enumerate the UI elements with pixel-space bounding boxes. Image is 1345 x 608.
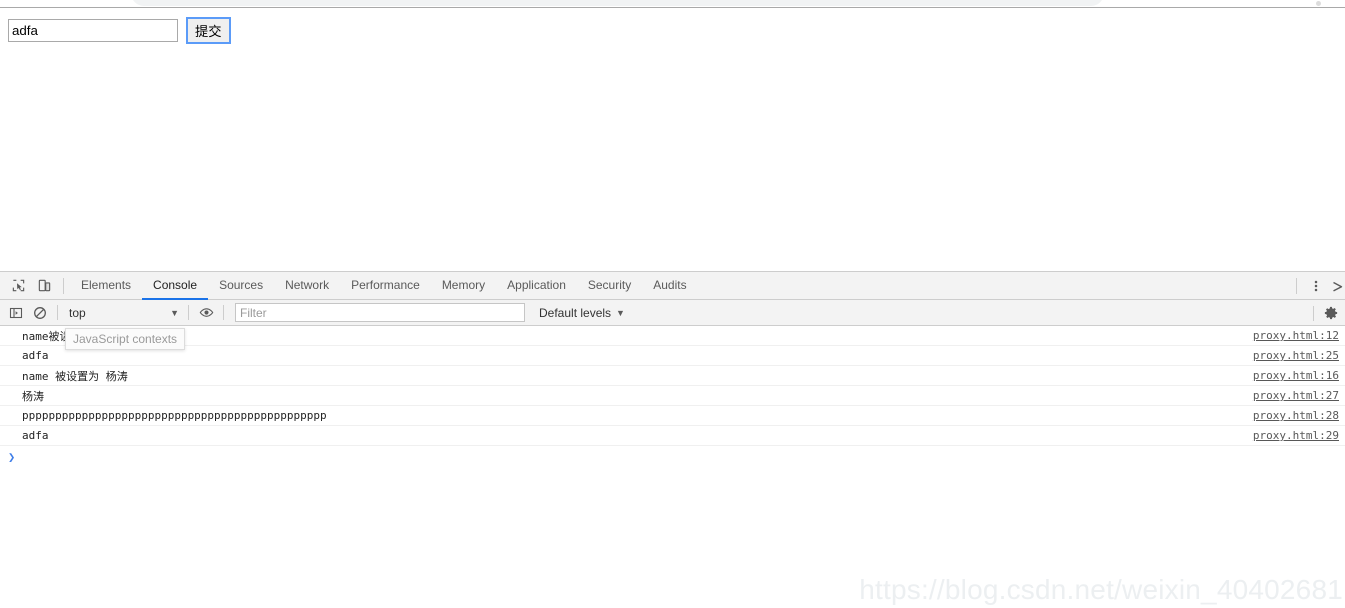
tab-memory[interactable]: Memory bbox=[431, 272, 496, 300]
filterbar-right bbox=[1308, 300, 1343, 326]
close-icon[interactable] bbox=[1329, 273, 1345, 299]
device-toolbar-icon[interactable] bbox=[31, 273, 57, 299]
execution-context-value: top bbox=[69, 305, 86, 320]
filterbar-divider-3 bbox=[223, 305, 224, 320]
console-message-text: adfa bbox=[22, 429, 49, 442]
submit-button[interactable]: 提交 bbox=[186, 17, 231, 44]
tab-network[interactable]: Network bbox=[274, 272, 340, 300]
console-message-row[interactable]: pppppppppppppppppppppppppppppppppppppppp… bbox=[0, 406, 1345, 426]
console-message-text: pppppppppppppppppppppppppppppppppppppppp… bbox=[22, 409, 327, 422]
toolbar-divider-right bbox=[1296, 278, 1297, 294]
chevron-down-icon: ▼ bbox=[170, 307, 179, 318]
tab-audits[interactable]: Audits bbox=[642, 272, 697, 300]
console-message-source-link[interactable]: proxy.html:27 bbox=[1253, 389, 1339, 402]
tab-elements[interactable]: Elements bbox=[70, 272, 142, 300]
console-message-source-link[interactable]: proxy.html:25 bbox=[1253, 349, 1339, 362]
console-message-source-link[interactable]: proxy.html:16 bbox=[1253, 369, 1339, 382]
vertical-dots-icon[interactable] bbox=[1303, 273, 1329, 299]
console-filter-bar: top ▼ Default levels ▼ bbox=[0, 300, 1345, 326]
screenshot-root: 提交 Elements Console Sources bbox=[0, 0, 1345, 608]
console-prompt-row[interactable]: ❯ bbox=[0, 446, 1345, 467]
page-form: 提交 bbox=[8, 17, 231, 44]
toolbar-divider bbox=[63, 277, 64, 294]
devtools-toolbar-right bbox=[1290, 272, 1345, 300]
console-message-source-link[interactable]: proxy.html:12 bbox=[1253, 329, 1339, 342]
tab-console[interactable]: Console bbox=[142, 272, 209, 300]
console-message-row[interactable]: name被读取 proxy.html:12 bbox=[0, 326, 1345, 346]
chevron-down-icon: ▼ bbox=[616, 307, 625, 318]
filterbar-divider-4 bbox=[1313, 305, 1314, 321]
context-selector-tooltip: JavaScript contexts bbox=[65, 328, 186, 350]
browser-chrome-strip bbox=[0, 0, 1345, 8]
watermark: https://blog.csdn.net/weixin_40402681 bbox=[859, 574, 1343, 605]
execution-context-selector[interactable]: top ▼ bbox=[63, 303, 183, 323]
log-levels-label: Default levels bbox=[539, 305, 612, 320]
filter-input[interactable] bbox=[235, 303, 525, 322]
console-message-source-link[interactable]: proxy.html:28 bbox=[1253, 409, 1339, 422]
devtools-tab-strip: Elements Console Sources Network Perform… bbox=[70, 272, 698, 300]
filterbar-divider-1 bbox=[57, 305, 58, 320]
clear-console-icon[interactable] bbox=[28, 301, 52, 325]
devtools-panel: Elements Console Sources Network Perform… bbox=[0, 271, 1345, 608]
console-message-text: adfa bbox=[22, 349, 49, 362]
console-message-text: 杨涛 bbox=[22, 389, 44, 403]
console-message-text: name 被设置为 杨涛 bbox=[22, 369, 128, 383]
tab-application[interactable]: Application bbox=[496, 272, 577, 300]
tab-security[interactable]: Security bbox=[577, 272, 642, 300]
tab-performance[interactable]: Performance bbox=[340, 272, 431, 300]
console-message-row[interactable]: adfa proxy.html:29 bbox=[0, 426, 1345, 446]
filterbar-divider-2 bbox=[188, 305, 189, 320]
console-sidebar-icon[interactable] bbox=[4, 301, 28, 325]
page-viewport: 提交 bbox=[0, 9, 1345, 271]
tab-sources[interactable]: Sources bbox=[208, 272, 274, 300]
console-prompt-input[interactable] bbox=[20, 447, 1345, 466]
inspect-element-icon[interactable] bbox=[5, 273, 31, 299]
gear-icon[interactable] bbox=[1319, 301, 1343, 325]
console-message-list: name被读取 proxy.html:12 adfa proxy.html:25… bbox=[0, 326, 1345, 467]
console-message-row[interactable]: name 被设置为 杨涛 proxy.html:16 bbox=[0, 366, 1345, 386]
console-message-source-link[interactable]: proxy.html:29 bbox=[1253, 429, 1339, 442]
chrome-menu-dot bbox=[1316, 1, 1321, 6]
prompt-arrow-icon: ❯ bbox=[8, 449, 16, 464]
console-message-row[interactable]: adfa proxy.html:25 bbox=[0, 346, 1345, 366]
live-expression-eye-icon[interactable] bbox=[194, 301, 218, 325]
name-input[interactable] bbox=[8, 19, 178, 42]
log-levels-dropdown[interactable]: Default levels ▼ bbox=[539, 306, 625, 320]
devtools-toolbar: Elements Console Sources Network Perform… bbox=[0, 272, 1345, 300]
omnibox[interactable] bbox=[131, 0, 1104, 6]
console-message-row[interactable]: 杨涛 proxy.html:27 bbox=[0, 386, 1345, 406]
